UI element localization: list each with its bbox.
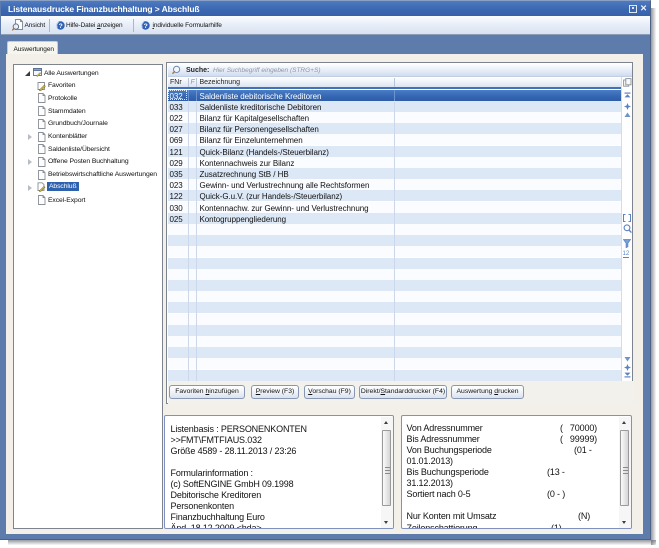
svg-text:?: ? (59, 23, 63, 30)
svg-text:?: ? (144, 23, 148, 30)
